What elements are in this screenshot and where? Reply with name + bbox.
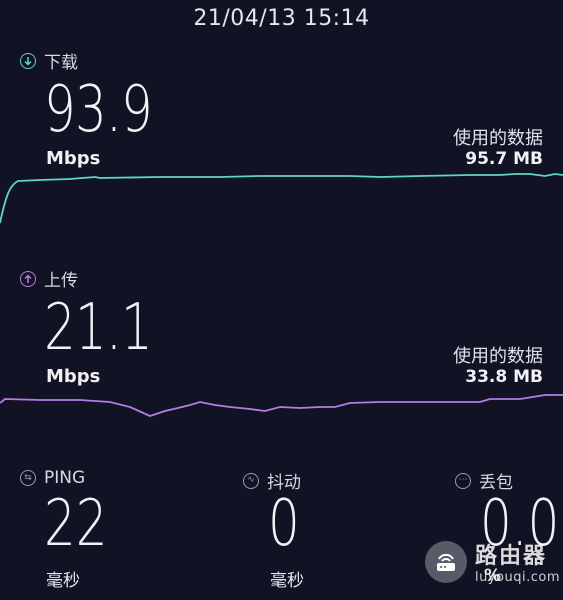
test-datetime: 21/04/13 15:14 — [193, 6, 370, 31]
download-arrow-icon — [20, 52, 36, 69]
router-logo-icon — [425, 540, 467, 583]
watermark-subtitle: luyouqi.com — [475, 570, 560, 585]
download-graph-line — [0, 173, 563, 224]
upload-speed-graph — [0, 394, 563, 417]
upload-graph-line — [0, 394, 563, 417]
download-header: 下载 — [20, 48, 78, 73]
ping-header: ⇆ PING — [20, 468, 85, 488]
upload-data-used-label: 使用的数据 — [453, 346, 543, 367]
upload-speed-unit: Mbps — [46, 366, 101, 387]
download-speed-value: 93.9 — [44, 73, 153, 147]
jitter-icon: ∿ — [243, 472, 259, 489]
watermark-title: 路由器 — [475, 544, 548, 569]
upload-arrow-icon — [20, 270, 36, 287]
ping-value: 22 — [44, 487, 108, 561]
download-label: 下载 — [44, 53, 78, 73]
upload-speed-value: 21.1 — [44, 291, 153, 365]
watermark: 路由器 luyouqi.com — [425, 538, 560, 585]
upload-data-used-value: 33.8 MB — [465, 367, 543, 387]
packet-loss-icon: ⋯ — [455, 472, 471, 489]
jitter-unit: 毫秒 — [270, 571, 304, 591]
jitter-value: 0 — [268, 487, 300, 561]
upload-header: 上传 — [20, 266, 78, 291]
ping-icon: ⇆ — [20, 470, 36, 486]
download-data-used-label: 使用的数据 — [453, 128, 543, 149]
upload-label: 上传 — [44, 271, 78, 291]
download-speed-graph — [0, 173, 563, 224]
ping-label: PING — [44, 468, 86, 488]
ping-unit: 毫秒 — [46, 571, 80, 591]
